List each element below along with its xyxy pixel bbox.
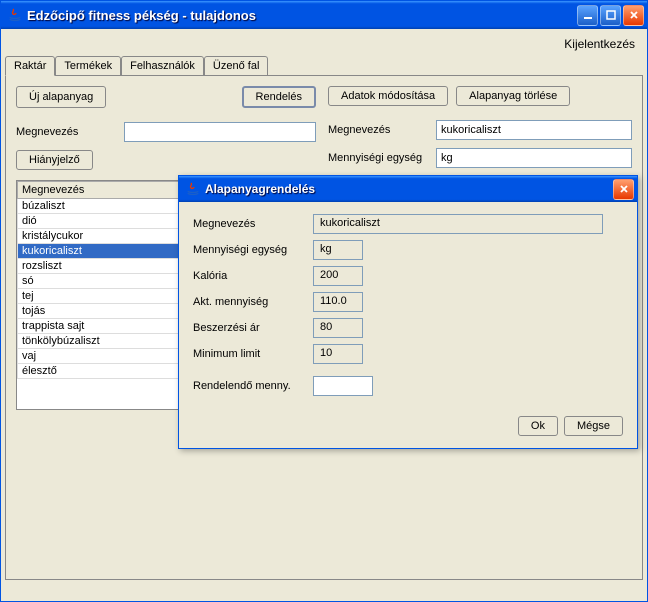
cell-name: vaj [18, 349, 191, 364]
order-dialog: Alapanyagrendelés Megnevezés kukoricalis… [178, 175, 638, 449]
r-name-input[interactable] [436, 120, 632, 140]
java-icon [7, 7, 23, 23]
cell-name: dió [18, 214, 191, 229]
dlg-unit-value: kg [313, 240, 363, 260]
tab-raktar[interactable]: Raktár [5, 56, 55, 76]
cell-name: rozsliszt [18, 259, 191, 274]
dlg-order-label: Rendelendő menny. [193, 380, 313, 392]
dlg-name-value: kukoricaliszt [313, 214, 603, 234]
name-label: Megnevezés [16, 126, 116, 138]
logout-link[interactable]: Kijelentkezés [564, 37, 635, 51]
dialog-titlebar[interactable]: Alapanyagrendelés [179, 176, 637, 202]
cell-name: kristálycukor [18, 229, 191, 244]
dlg-min-label: Minimum limit [193, 348, 313, 360]
r-name-label: Megnevezés [328, 124, 428, 136]
tabs: Raktár Termékek Felhasználók Üzenő fal [5, 55, 643, 75]
cell-name: tönkölybúzaliszt [18, 334, 191, 349]
r-unit-input[interactable] [436, 148, 632, 168]
cell-name: kukoricaliszt [18, 244, 191, 259]
minimize-button[interactable] [577, 5, 598, 26]
delete-button[interactable]: Alapanyag törlése [456, 86, 570, 106]
name-input[interactable] [124, 122, 316, 142]
dlg-price-label: Beszerzési ár [193, 322, 313, 334]
dialog-close-button[interactable] [613, 179, 634, 200]
order-button[interactable]: Rendelés [242, 86, 316, 108]
main-titlebar[interactable]: Edzőcipő fitness pékség - tulajdonos [1, 1, 647, 29]
maximize-button[interactable] [600, 5, 621, 26]
tab-felhasznalok[interactable]: Felhasználók [121, 56, 204, 76]
cell-name: tojás [18, 304, 191, 319]
dialog-body: Megnevezés kukoricaliszt Mennyiségi egys… [179, 202, 637, 406]
window-title: Edzőcipő fitness pékség - tulajdonos [27, 8, 577, 23]
dlg-qty-label: Akt. mennyiség [193, 296, 313, 308]
dlg-order-input[interactable] [313, 376, 373, 396]
th-name[interactable]: Megnevezés [18, 182, 191, 199]
shortage-button[interactable]: Hiányjelző [16, 150, 93, 170]
dlg-qty-value: 110.0 [313, 292, 363, 312]
cell-name: tej [18, 289, 191, 304]
dialog-title: Alapanyagrendelés [205, 182, 613, 196]
r-unit-label: Mennyiségi egység [328, 152, 428, 164]
modify-button[interactable]: Adatok módosítása [328, 86, 448, 106]
tab-uzeno-fal[interactable]: Üzenő fal [204, 56, 268, 76]
dialog-cancel-button[interactable]: Mégse [564, 416, 623, 436]
dlg-unit-label: Mennyiségi egység [193, 244, 313, 256]
tab-termekek[interactable]: Termékek [55, 56, 121, 76]
java-icon [185, 181, 201, 197]
dlg-name-label: Megnevezés [193, 218, 313, 230]
new-ingredient-button[interactable]: Új alapanyag [16, 86, 106, 108]
dlg-price-value: 80 [313, 318, 363, 338]
dlg-min-value: 10 [313, 344, 363, 364]
dialog-ok-button[interactable]: Ok [518, 416, 558, 436]
close-button[interactable] [623, 5, 644, 26]
cell-name: trappista sajt [18, 319, 191, 334]
cell-name: élesztő [18, 364, 191, 379]
dlg-cal-label: Kalória [193, 270, 313, 282]
cell-name: búzaliszt [18, 199, 191, 214]
cell-name: só [18, 274, 191, 289]
dlg-cal-value: 200 [313, 266, 363, 286]
